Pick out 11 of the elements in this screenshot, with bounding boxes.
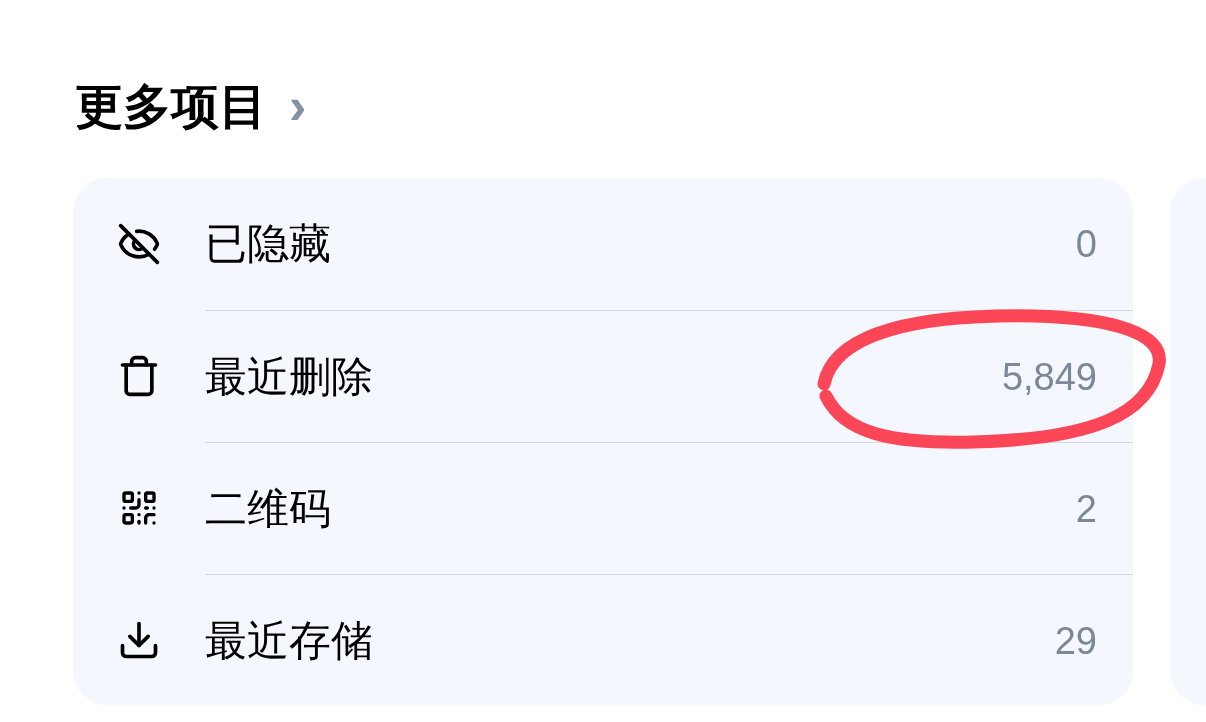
item-label[interactable]: 最近存储 — [205, 619, 373, 662]
item-count: 0 — [1075, 225, 1097, 263]
item-label[interactable]: 最近删除 — [205, 355, 373, 398]
section-title: 更多项目 — [75, 82, 267, 130]
qr-code-icon — [119, 488, 159, 528]
item-label[interactable]: 二维码 — [205, 487, 331, 530]
item-count: 29 — [1054, 621, 1097, 660]
item-count: 5,849 — [1001, 357, 1097, 396]
item-label[interactable]: 已隐藏 — [205, 223, 331, 265]
item-count: 2 — [1075, 489, 1097, 528]
eye-off-icon — [117, 222, 161, 266]
